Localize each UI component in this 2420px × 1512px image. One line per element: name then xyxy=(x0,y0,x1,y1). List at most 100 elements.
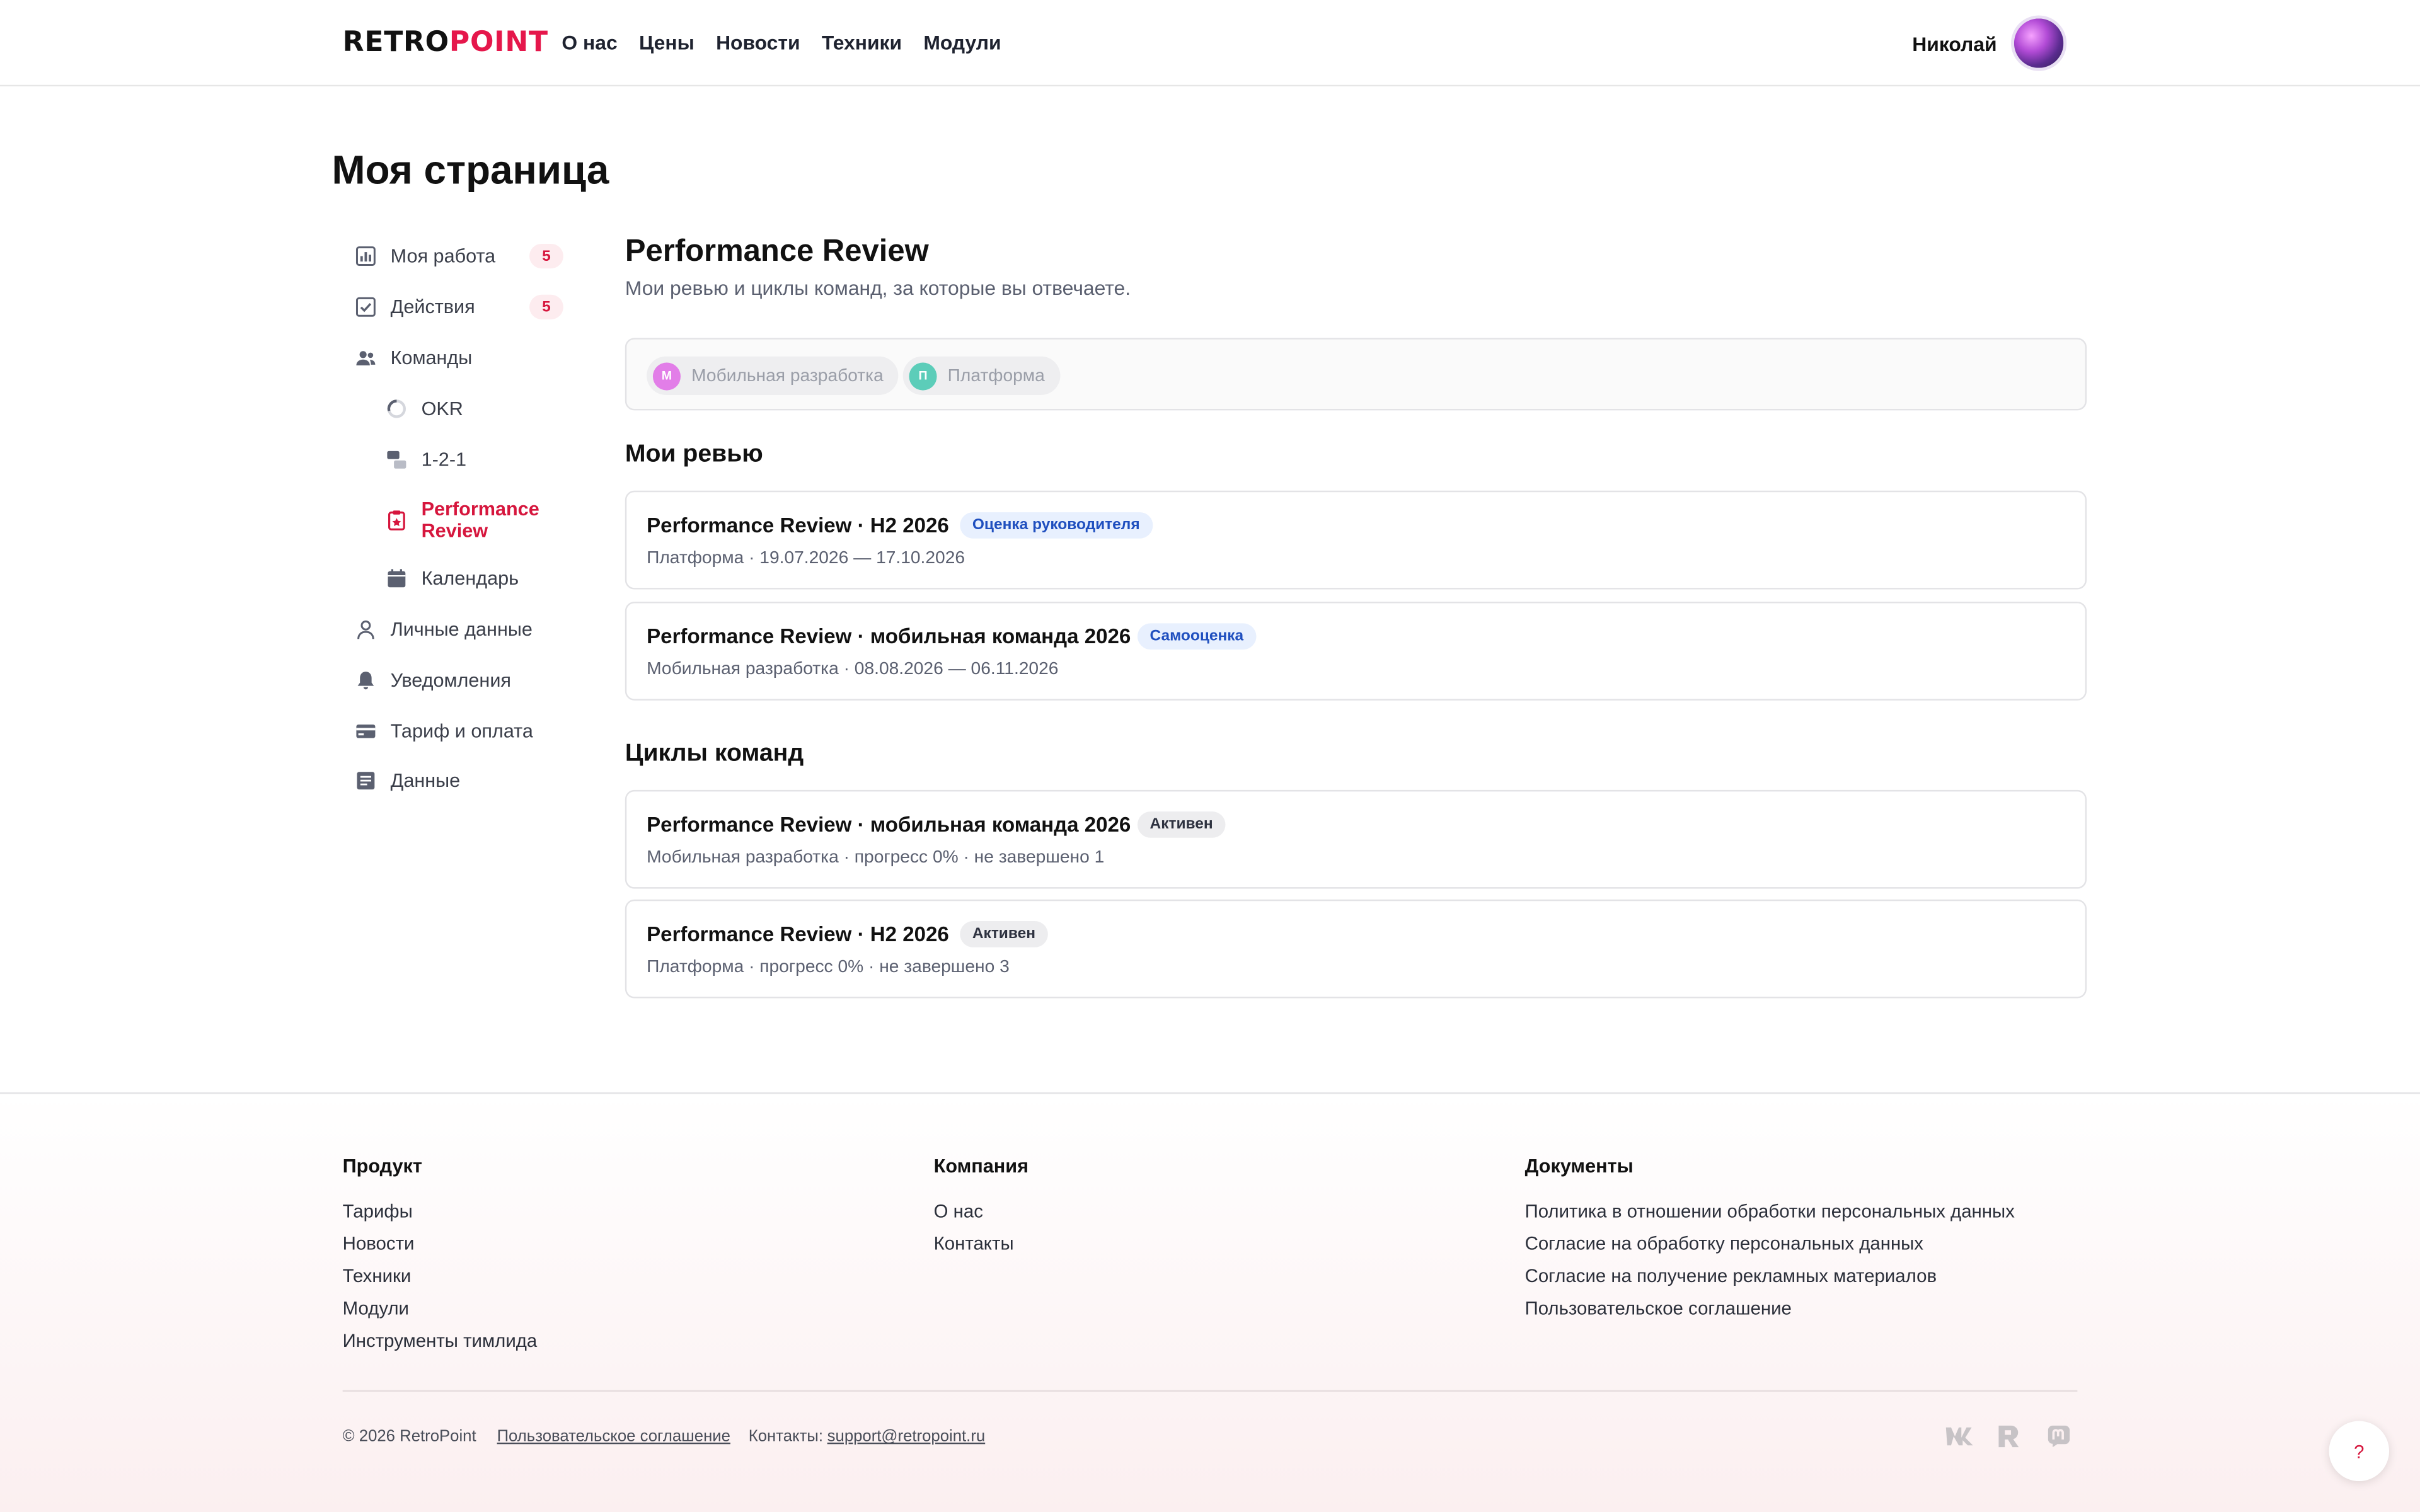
team-chip-platform[interactable]: П Платформа xyxy=(902,356,1061,395)
sidebar-item-label: Performance Review xyxy=(421,498,539,542)
support-email-link[interactable]: support@retropoint.ru xyxy=(827,1427,986,1445)
sidebar-item-label: Моя работа xyxy=(390,245,496,267)
review-meta: Мобильная разработка · 08.08.2026 — 06.1… xyxy=(647,660,1059,679)
footer-link-ads-consent[interactable]: Согласие на получение рекламных материал… xyxy=(1525,1265,1937,1286)
mastodon-icon[interactable] xyxy=(2042,1421,2076,1452)
sidebar-item-my-work[interactable]: Моя работа xyxy=(354,244,495,268)
cycle-meta: Платформа · прогресс 0% · не завершено 3 xyxy=(647,958,1010,977)
cycle-meta: Мобильная разработка · прогресс 0% · не … xyxy=(647,848,1105,868)
cycle-title: Performance Review · H2 2026 xyxy=(647,922,949,946)
checkbox-icon xyxy=(354,295,378,319)
team-name: Мобильная разработка xyxy=(691,366,884,386)
copyright: © 2026 RetroPoint xyxy=(342,1427,476,1446)
my-reviews-heading: Мои ревью xyxy=(625,441,763,468)
nav-about[interactable]: О нас xyxy=(562,31,617,54)
sidebar-item-label: Действия xyxy=(390,296,475,318)
footer-product-heading: Продукт xyxy=(342,1155,422,1177)
footer-link-privacy-policy[interactable]: Политика в отношении обработки персональ… xyxy=(1525,1200,2015,1222)
sidebar-item-label: Данные xyxy=(390,770,461,792)
sidebar-item-personal-data[interactable]: Личные данные xyxy=(354,617,533,642)
user-name[interactable]: Николай xyxy=(1912,32,1997,55)
vk-icon[interactable] xyxy=(1943,1421,1977,1452)
review-card[interactable]: Performance Review · мобильная команда 2… xyxy=(625,602,2087,701)
review-title: Performance Review · мобильная команда 2… xyxy=(647,624,1131,648)
footer-link-news[interactable]: Новости xyxy=(343,1233,415,1254)
footer-link-about[interactable]: О нас xyxy=(934,1200,983,1222)
page-title: Моя страница xyxy=(331,146,609,193)
section-subtitle: Мои ревью и циклы команд, за которые вы … xyxy=(625,276,1131,300)
section-title: Performance Review xyxy=(625,234,929,269)
logo-part-point: POINT xyxy=(449,26,548,59)
sidebar-item-okr[interactable]: OKR xyxy=(384,396,463,421)
status-badge: Самооценка xyxy=(1137,623,1256,650)
help-button[interactable]: ? xyxy=(2329,1421,2390,1482)
sidebar-item-actions[interactable]: Действия xyxy=(354,295,475,319)
sidebar-item-one-on-one[interactable]: 1-2-1 xyxy=(384,447,466,472)
avatar[interactable] xyxy=(2011,15,2067,71)
status-badge: Оценка руководителя xyxy=(960,512,1153,539)
footer-link-techniques[interactable]: Техники xyxy=(343,1265,412,1286)
sidebar-item-performance-review[interactable]: Performance Review xyxy=(384,498,545,542)
status-badge: Активен xyxy=(1137,811,1226,838)
social-links xyxy=(1943,1421,2076,1452)
retropoint-icon[interactable] xyxy=(1993,1421,2027,1452)
team-chip-mobile[interactable]: М Мобильная разработка xyxy=(647,356,899,395)
review-title: Performance Review · H2 2026 xyxy=(647,513,949,537)
sidebar-item-data[interactable]: Данные xyxy=(354,769,460,793)
footer-link-modules[interactable]: Модули xyxy=(343,1298,409,1319)
contacts-label: Контакты: xyxy=(748,1427,824,1446)
bar-chart-icon xyxy=(354,244,378,268)
person-icon xyxy=(354,617,378,642)
chat-icon xyxy=(384,447,409,472)
footer-company-heading: Компания xyxy=(933,1155,1028,1177)
document-icon xyxy=(354,769,378,793)
users-icon xyxy=(354,346,378,370)
team-avatar: П xyxy=(909,362,937,390)
sidebar-item-label: OKR xyxy=(421,398,463,420)
footer: Продукт Тарифы Новости Техники Модули Ин… xyxy=(0,1092,2420,1512)
logo[interactable]: RETROPOINT xyxy=(343,26,548,59)
nav-techniques[interactable]: Техники xyxy=(822,31,902,54)
footer-link-data-consent[interactable]: Согласие на обработку персональных данны… xyxy=(1525,1233,1923,1254)
team-name: Платформа xyxy=(947,366,1045,386)
sidebar-item-notifications[interactable]: Уведомления xyxy=(354,668,511,692)
status-badge: Активен xyxy=(960,921,1048,948)
review-meta: Платформа · 19.07.2026 — 17.10.2026 xyxy=(647,549,965,568)
top-header: RETROPOINT О нас Цены Новости Техники Мо… xyxy=(0,0,2420,87)
footer-docs-heading: Документы xyxy=(1524,1155,1634,1177)
actions-count-badge: 5 xyxy=(529,294,563,319)
footer-link-prices[interactable]: Тарифы xyxy=(343,1200,413,1222)
footer-agreement-link[interactable]: Пользовательское соглашение xyxy=(497,1427,730,1445)
sidebar-item-label: 1-2-1 xyxy=(421,449,467,471)
sidebar-item-billing[interactable]: Тариф и оплата xyxy=(354,719,533,743)
sidebar-item-label: Тариф и оплата xyxy=(390,720,533,742)
nav-prices[interactable]: Цены xyxy=(639,31,694,54)
cycle-card[interactable]: Performance Review · мобильная команда 2… xyxy=(625,789,2087,889)
progress-ring-icon xyxy=(384,396,409,421)
main-nav: О нас Цены Новости Техники Модули xyxy=(562,31,1001,54)
footer-link-teamlead-tools[interactable]: Инструменты тимлида xyxy=(343,1330,538,1351)
sidebar-item-teams[interactable]: Команды xyxy=(354,346,472,370)
team-filter-bar: М Мобильная разработка П Платформа xyxy=(625,338,2087,411)
bell-icon xyxy=(354,668,378,692)
cycle-title: Performance Review · мобильная команда 2… xyxy=(647,813,1131,837)
nav-modules[interactable]: Модули xyxy=(923,31,1001,54)
sidebar-item-label: Календарь xyxy=(421,568,519,590)
team-cycles-heading: Циклы команд xyxy=(625,740,804,767)
my-work-count-badge: 5 xyxy=(529,243,563,269)
footer-divider xyxy=(342,1390,2078,1392)
footer-link-contacts[interactable]: Контакты xyxy=(934,1233,1014,1254)
calendar-icon xyxy=(384,566,409,591)
nav-news[interactable]: Новости xyxy=(716,31,800,54)
sidebar-item-label: Команды xyxy=(390,347,473,369)
logo-part-retro: RETRO xyxy=(342,26,449,59)
team-avatar: М xyxy=(652,362,681,390)
clipboard-star-icon xyxy=(384,508,409,532)
sidebar-item-label: Уведомления xyxy=(390,669,512,692)
credit-card-icon xyxy=(354,719,378,743)
footer-link-user-agreement[interactable]: Пользовательское соглашение xyxy=(1525,1298,1792,1319)
cycle-card[interactable]: Performance Review · H2 2026 Активен Пла… xyxy=(625,899,2087,999)
sidebar-item-label: Личные данные xyxy=(390,619,533,641)
review-card[interactable]: Performance Review · H2 2026 Оценка руко… xyxy=(625,490,2087,590)
sidebar-item-calendar[interactable]: Календарь xyxy=(384,566,519,591)
